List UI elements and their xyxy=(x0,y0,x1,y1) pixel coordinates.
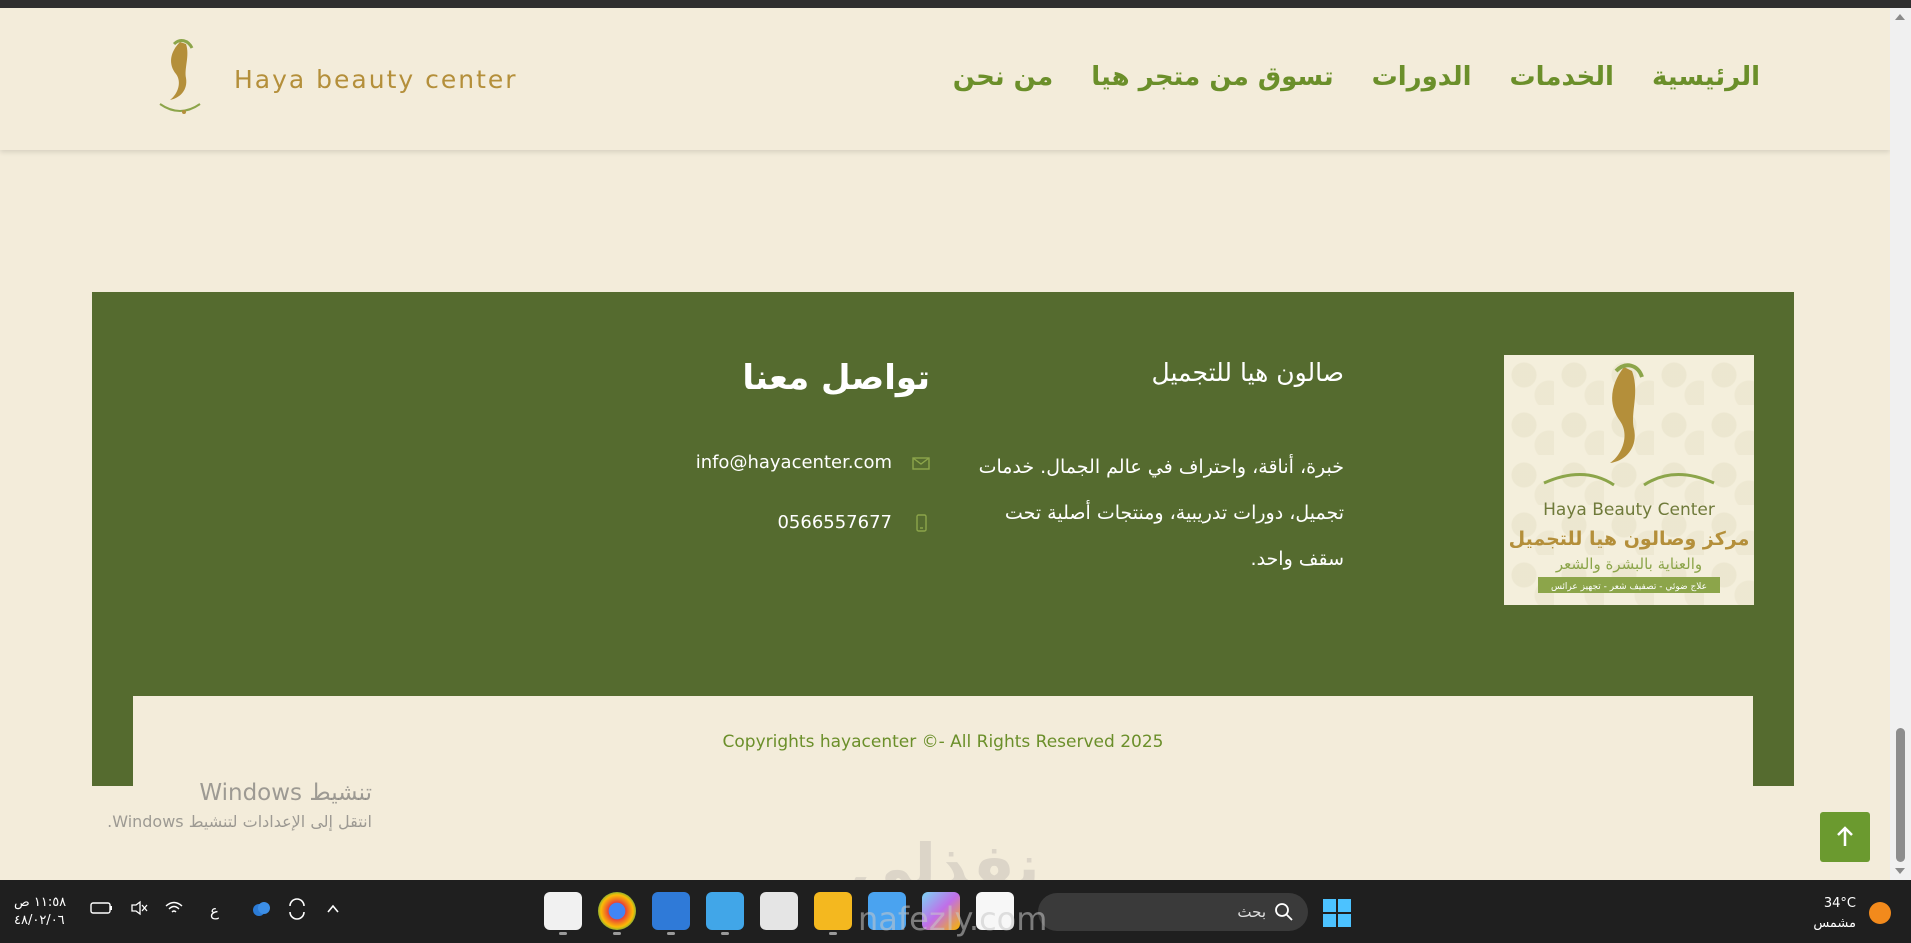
notepad-app-icon[interactable] xyxy=(706,892,744,935)
nav-courses[interactable]: الدورات xyxy=(1372,62,1472,92)
sync-icon[interactable] xyxy=(286,898,308,920)
taskbar-clock[interactable]: ١١:٥٨ ص ٤٨/٠٢/٠٦ xyxy=(14,894,66,930)
search-icon xyxy=(1275,903,1293,921)
logo-icon xyxy=(159,39,201,114)
contact-email-row[interactable]: info@hayacenter.com xyxy=(696,452,930,473)
activation-subtitle: انتقل إلى الإعدادات لتنشيط Windows. xyxy=(107,812,372,831)
file-explorer-app-icon[interactable] xyxy=(814,892,852,935)
arrow-up-icon xyxy=(1837,826,1853,846)
contact-title: تواصل معنا xyxy=(742,358,930,398)
envelope-icon xyxy=(912,456,930,470)
onedrive-icon[interactable] xyxy=(250,898,272,920)
logo-services-ar: علاج ضوئي - تصفيف شعر - تجهيز عرائس xyxy=(1551,582,1707,592)
start-button[interactable] xyxy=(1322,898,1352,932)
speaker-muted-icon xyxy=(131,900,148,916)
contact-email[interactable]: info@hayacenter.com xyxy=(696,452,892,473)
browser-top-edge xyxy=(0,0,1911,8)
scroll-to-top-button[interactable] xyxy=(1820,812,1870,862)
site-footer: Haya Beauty Center مركز وصالون هيا للتجم… xyxy=(92,292,1794,796)
copyright-bar: Copyrights hayacenter ©- All Rights Rese… xyxy=(133,696,1753,796)
logo-subtitle-ar: والعناية بالبشرة والشعر xyxy=(1555,555,1702,573)
nav-store[interactable]: تسوق من متجر هيا xyxy=(1091,62,1333,92)
main-nav: الرئيسية الخدمات الدورات تسوق من متجر هي… xyxy=(953,62,1760,92)
about-text: خبرة، أناقة، واحتراف في عالم الجمال. خدم… xyxy=(978,456,1344,570)
brand-name: Haya beauty center xyxy=(234,64,518,94)
temperature: 34°C xyxy=(1823,896,1856,911)
chrome-app-icon[interactable] xyxy=(598,892,636,935)
activation-title: تنشيط Windows xyxy=(199,780,372,806)
chevron-up-icon[interactable] xyxy=(322,898,344,920)
battery-icon xyxy=(90,902,112,914)
language-indicator[interactable]: ع xyxy=(210,902,219,920)
copyright-text: Copyrights hayacenter ©- All Rights Rese… xyxy=(722,732,1164,752)
sun-icon xyxy=(1869,902,1891,924)
weather-widget[interactable]: 34°C مشمس xyxy=(1813,894,1856,934)
clock-date: ٤٨/٠٢/٠٦ xyxy=(14,913,65,928)
scroll-down-arrow-icon[interactable] xyxy=(1895,868,1905,874)
salon-logo-icon: Haya Beauty Center مركز وصالون هيا للتجم… xyxy=(1509,363,1750,593)
weather-condition: مشمس xyxy=(1813,916,1856,931)
photos-app-icon[interactable] xyxy=(652,892,690,935)
scrollbar-thumb[interactable] xyxy=(1896,728,1905,862)
windows-activation-notice: تنشيط Windows انتقل إلى الإعدادات لتنشيط… xyxy=(0,780,372,831)
logo-title-ar: مركز وصالون هيا للتجميل xyxy=(1509,528,1750,550)
web-page: Haya beauty center الرئيسية الخدمات الدو… xyxy=(0,8,1890,880)
logo-name-en: Haya Beauty Center xyxy=(1543,500,1715,520)
search-label: بحث xyxy=(1237,903,1266,921)
taskbar-search[interactable]: بحث xyxy=(1038,893,1308,931)
snipping-tool-app-icon[interactable] xyxy=(544,892,582,935)
site-header: Haya beauty center الرئيسية الخدمات الدو… xyxy=(0,8,1890,150)
clock-time: ١١:٥٨ ص xyxy=(14,895,67,910)
windows-logo-icon xyxy=(1323,899,1351,927)
about-title: صالون هيا للتجميل xyxy=(1151,358,1344,387)
system-tray-status[interactable] xyxy=(90,900,184,916)
store-app-icon[interactable] xyxy=(760,892,798,930)
scroll-up-arrow-icon[interactable] xyxy=(1895,14,1905,20)
watermark-latin: nafezly.com xyxy=(858,900,1048,938)
wifi-icon xyxy=(165,901,183,913)
tray-icons xyxy=(250,898,344,920)
contact-phone-row[interactable]: 0566557677 xyxy=(777,512,930,533)
nav-home[interactable]: الرئيسية xyxy=(1652,62,1760,92)
watermark-arabic: نفذلي xyxy=(850,830,1040,880)
page-scrollbar[interactable] xyxy=(1890,8,1911,880)
mobile-phone-icon xyxy=(916,513,927,532)
brand[interactable]: Haya beauty center xyxy=(140,34,518,124)
footer-logo: Haya Beauty Center مركز وصالون هيا للتجم… xyxy=(1504,355,1754,605)
nav-services[interactable]: الخدمات xyxy=(1510,62,1614,92)
nav-about[interactable]: من نحن xyxy=(953,62,1053,92)
contact-phone[interactable]: 0566557677 xyxy=(777,512,892,533)
